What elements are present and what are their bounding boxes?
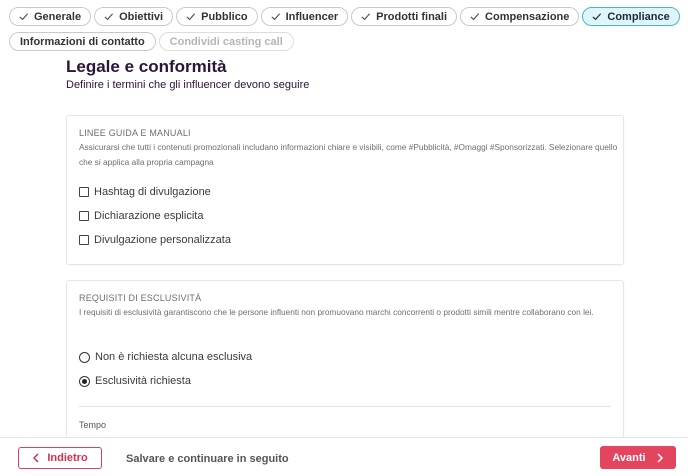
back-button-label: Indietro: [47, 452, 88, 464]
tab-label: Generale: [34, 10, 82, 23]
tab-pubblico[interactable]: Pubblico: [176, 7, 258, 26]
radio-label: Esclusività richiesta: [95, 375, 191, 387]
tab-label: Prodotti finali: [376, 10, 448, 23]
save-and-continue-later-link[interactable]: Salvare e continuare in seguito: [126, 453, 289, 465]
tab-condividi-casting-call: Condividi casting call: [158, 32, 294, 51]
guidelines-card: LINEE GUIDA E MANUALI Assicurarsi che tu…: [66, 115, 624, 265]
tab-compensazione[interactable]: Compensazione: [460, 7, 580, 26]
check-icon: [361, 13, 371, 21]
checkbox-divulgazione-personalizzata[interactable]: Divulgazione personalizzata: [79, 234, 231, 246]
exclusivity-description: I requisiti di esclusività garantiscono …: [79, 307, 594, 317]
tab-prodotti-finali[interactable]: Prodotti finali: [351, 7, 458, 26]
checkbox-label: Dichiarazione esplicita: [94, 210, 204, 222]
page-title: Legale e conformità: [66, 57, 227, 76]
divider: [79, 406, 611, 407]
back-button[interactable]: Indietro: [18, 447, 102, 469]
tab-bar-row-2: Informazioni di contatto Condividi casti…: [9, 32, 294, 51]
tab-label: Compliance: [607, 10, 670, 23]
checkbox-hashtag-divulgazione[interactable]: Hashtag di divulgazione: [79, 186, 211, 198]
radio-label: Non è richiesta alcuna esclusiva: [95, 351, 253, 363]
footer-bar: Indietro Salvare e continuare in seguito…: [0, 437, 688, 476]
tab-label: Influencer: [285, 10, 339, 23]
chevron-right-icon: [657, 452, 663, 463]
checkbox[interactable]: [79, 211, 89, 221]
checkbox-label: Divulgazione personalizzata: [94, 234, 231, 246]
tab-compliance[interactable]: Compliance: [582, 7, 680, 26]
tab-label: Obiettivi: [119, 10, 164, 23]
tab-label: Informazioni di contatto: [20, 35, 145, 48]
page-subtitle: Definire i termini che gli influencer de…: [66, 79, 310, 91]
tab-label: Condividi casting call: [169, 35, 283, 48]
guidelines-title: LINEE GUIDA E MANUALI: [79, 128, 191, 138]
checkbox[interactable]: [79, 187, 89, 197]
tab-label: Pubblico: [201, 10, 248, 23]
tab-label: Compensazione: [485, 10, 570, 23]
check-icon: [104, 13, 114, 21]
tab-bar: Generale Obiettivi Pubblico Influencer P…: [9, 7, 680, 26]
tab-obiettivi[interactable]: Obiettivi: [94, 7, 174, 26]
next-button-label: Avanti: [612, 451, 646, 464]
check-icon: [19, 13, 29, 21]
radio-button[interactable]: [79, 351, 90, 363]
checkbox-dichiarazione-esplicita[interactable]: Dichiarazione esplicita: [79, 210, 203, 222]
check-icon: [592, 13, 602, 21]
check-icon: [270, 13, 280, 21]
radio-button-selected[interactable]: [79, 375, 90, 387]
checkbox[interactable]: [79, 235, 89, 245]
radio-esclusivita-richiesta[interactable]: Esclusività richiesta: [79, 375, 191, 387]
tab-generale[interactable]: Generale: [9, 7, 92, 26]
tab-influencer[interactable]: Influencer: [260, 7, 349, 26]
checkbox-label: Hashtag di divulgazione: [94, 186, 211, 198]
radio-non-richiesta[interactable]: Non è richiesta alcuna esclusiva: [79, 351, 252, 363]
check-icon: [470, 13, 480, 21]
tempo-label: Tempo: [79, 420, 107, 430]
chevron-left-icon: [33, 453, 39, 463]
exclusivity-card: REQUISITI DI ESCLUSIVITÀ I requisiti di …: [66, 280, 624, 450]
tab-informazioni-di-contatto[interactable]: Informazioni di contatto: [9, 32, 156, 51]
exclusivity-title: REQUISITI DI ESCLUSIVITÀ: [79, 293, 202, 303]
check-icon: [186, 13, 196, 21]
guidelines-description: Assicurarsi che tutti i contenuti promoz…: [79, 142, 618, 167]
next-button[interactable]: Avanti: [600, 446, 676, 469]
